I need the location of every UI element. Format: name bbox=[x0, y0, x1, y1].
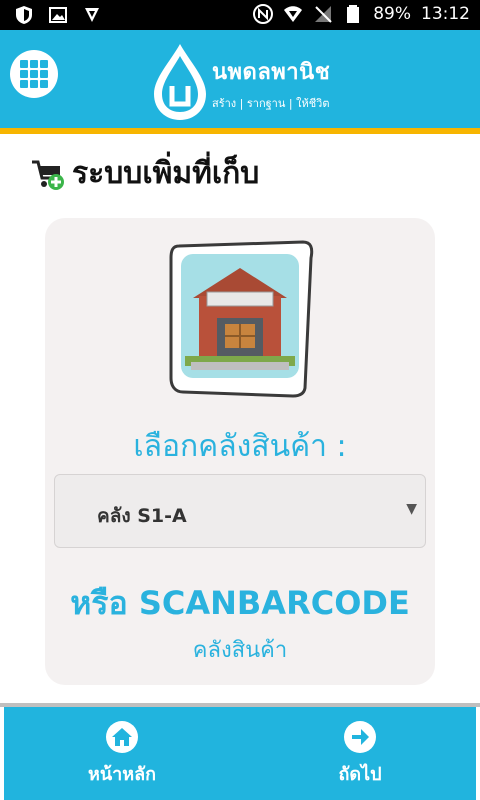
bottom-nav: หน้าหลัก ถัดไป bbox=[4, 707, 476, 800]
page-title: ระบบเพิ่มที่เก็บ bbox=[72, 156, 260, 191]
header-accent-stripe bbox=[0, 128, 480, 134]
warehouse-illustration bbox=[169, 240, 314, 398]
or-label: หรือ bbox=[70, 584, 128, 622]
add-to-cart-icon bbox=[32, 160, 64, 190]
select-warehouse-label: เลือกคลังสินค้า : bbox=[133, 429, 347, 464]
home-icon bbox=[106, 721, 138, 753]
grid-icon bbox=[20, 60, 48, 88]
home-label: หน้าหลัก bbox=[87, 764, 157, 785]
home-button[interactable]: หน้าหลัก bbox=[62, 721, 182, 791]
wifi-icon bbox=[284, 6, 303, 22]
clock: 13:12 bbox=[421, 4, 470, 24]
scan-barcode-button[interactable]: หรือ SCANBARCODE bbox=[45, 578, 435, 629]
shield-icon bbox=[16, 6, 32, 24]
arrow-right-icon bbox=[344, 721, 376, 753]
brand-tagline: สร้าง | รากฐาน | ให้ชีวิต bbox=[212, 97, 330, 110]
dropdown-caret-icon: ▼ bbox=[406, 501, 417, 517]
battery-percent: 89% bbox=[373, 4, 411, 24]
selected-warehouse: คลัง S1-A bbox=[97, 505, 187, 527]
image-icon bbox=[49, 7, 67, 23]
brand-logo: นพดลพานิช สร้าง | รากฐาน | ให้ชีวิต bbox=[150, 42, 340, 122]
no-signal-icon bbox=[315, 6, 332, 23]
next-button[interactable]: ถัดไป bbox=[300, 721, 420, 791]
nfc-icon bbox=[253, 4, 274, 24]
app-notification-icon bbox=[85, 8, 99, 22]
warehouse-select-card: เลือกคลังสินค้า : คลัง S1-A ▼ หรือ SCANB… bbox=[45, 218, 435, 685]
warehouse-dropdown[interactable]: คลัง S1-A ▼ bbox=[54, 474, 426, 548]
brand-name: นพดลพานิช bbox=[212, 60, 331, 85]
scan-barcode-sublabel: คลังสินค้า bbox=[192, 638, 288, 663]
status-bar: 89% 13:12 bbox=[0, 0, 480, 30]
water-drop-icon bbox=[154, 44, 206, 120]
page-title-row: ระบบเพิ่มที่เก็บ bbox=[30, 150, 259, 197]
menu-button[interactable] bbox=[10, 50, 58, 98]
battery-icon bbox=[347, 5, 360, 23]
scan-barcode-label: SCANBARCODE bbox=[138, 584, 410, 622]
next-label: ถัดไป bbox=[338, 764, 382, 785]
